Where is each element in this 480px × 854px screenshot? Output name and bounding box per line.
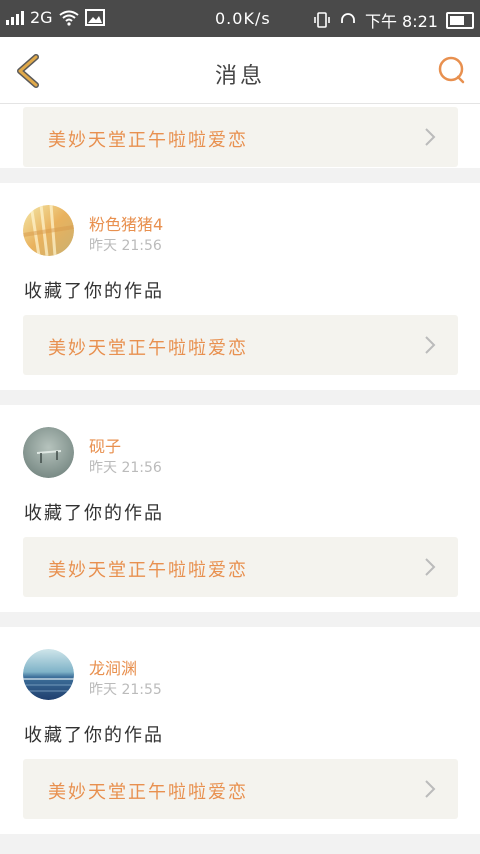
status-left: 2G <box>6 8 105 27</box>
page-title: 消息 <box>214 64 265 89</box>
message-list: 美妙天堂正午啦啦爱恋 粉色猪猪4 昨天 21:56 收藏了你的作品 美妙天堂正午… <box>0 104 480 834</box>
status-bar: 2G 0.0K/s 下午 8:21 <box>0 0 480 37</box>
message-time: 昨天 21:56 <box>89 238 162 254</box>
work-title: 美妙天堂正午啦啦爱恋 <box>48 338 248 359</box>
message-text: 收藏了你的作品 <box>24 503 164 524</box>
chevron-right-icon <box>425 558 436 576</box>
message-text: 收藏了你的作品 <box>24 725 164 746</box>
status-right: 下午 8:21 <box>313 8 474 32</box>
list-item: 粉色猪猪4 昨天 21:56 收藏了你的作品 美妙天堂正午啦啦爱恋 <box>0 183 480 390</box>
list-item: 砚子 昨天 21:56 收藏了你的作品 美妙天堂正午啦啦爱恋 <box>0 405 480 612</box>
message-time: 昨天 21:56 <box>89 460 162 476</box>
chevron-right-icon <box>425 780 436 798</box>
chevron-right-icon <box>425 336 436 354</box>
work-link[interactable]: 美妙天堂正午啦啦爱恋 <box>23 759 458 819</box>
work-title: 美妙天堂正午啦啦爱恋 <box>48 560 248 581</box>
avatar[interactable] <box>23 205 74 256</box>
network-speed: 0.0K/s <box>215 9 271 28</box>
avatar[interactable] <box>23 427 74 478</box>
network-type: 2G <box>30 8 53 27</box>
chevron-right-icon <box>425 128 436 146</box>
work-title: 美妙天堂正午啦啦爱恋 <box>48 130 248 151</box>
image-icon <box>84 9 105 26</box>
work-link[interactable]: 美妙天堂正午啦啦爱恋 <box>23 537 458 597</box>
message-text: 收藏了你的作品 <box>24 281 164 302</box>
wifi-icon <box>58 10 79 26</box>
signal-icon <box>6 10 24 25</box>
username[interactable]: 粉色猪猪4 <box>89 211 163 235</box>
list-item: 美妙天堂正午啦啦爱恋 <box>0 104 480 168</box>
username[interactable]: 砚子 <box>89 433 121 457</box>
clock: 下午 8:21 <box>364 12 438 31</box>
search-icon[interactable] <box>436 55 466 85</box>
vibrate-icon <box>314 12 330 28</box>
top-nav: 消息 <box>0 37 480 104</box>
work-link[interactable]: 美妙天堂正午啦啦爱恋 <box>23 315 458 375</box>
avatar[interactable] <box>23 649 74 700</box>
work-link[interactable]: 美妙天堂正午啦啦爱恋 <box>23 107 458 167</box>
battery-icon <box>446 11 474 29</box>
work-title: 美妙天堂正午啦啦爱恋 <box>48 782 248 803</box>
list-item: 龙涧渊 昨天 21:55 收藏了你的作品 美妙天堂正午啦啦爱恋 <box>0 627 480 834</box>
headset-icon <box>341 13 355 23</box>
message-time: 昨天 21:55 <box>89 682 162 698</box>
username[interactable]: 龙涧渊 <box>89 655 137 679</box>
